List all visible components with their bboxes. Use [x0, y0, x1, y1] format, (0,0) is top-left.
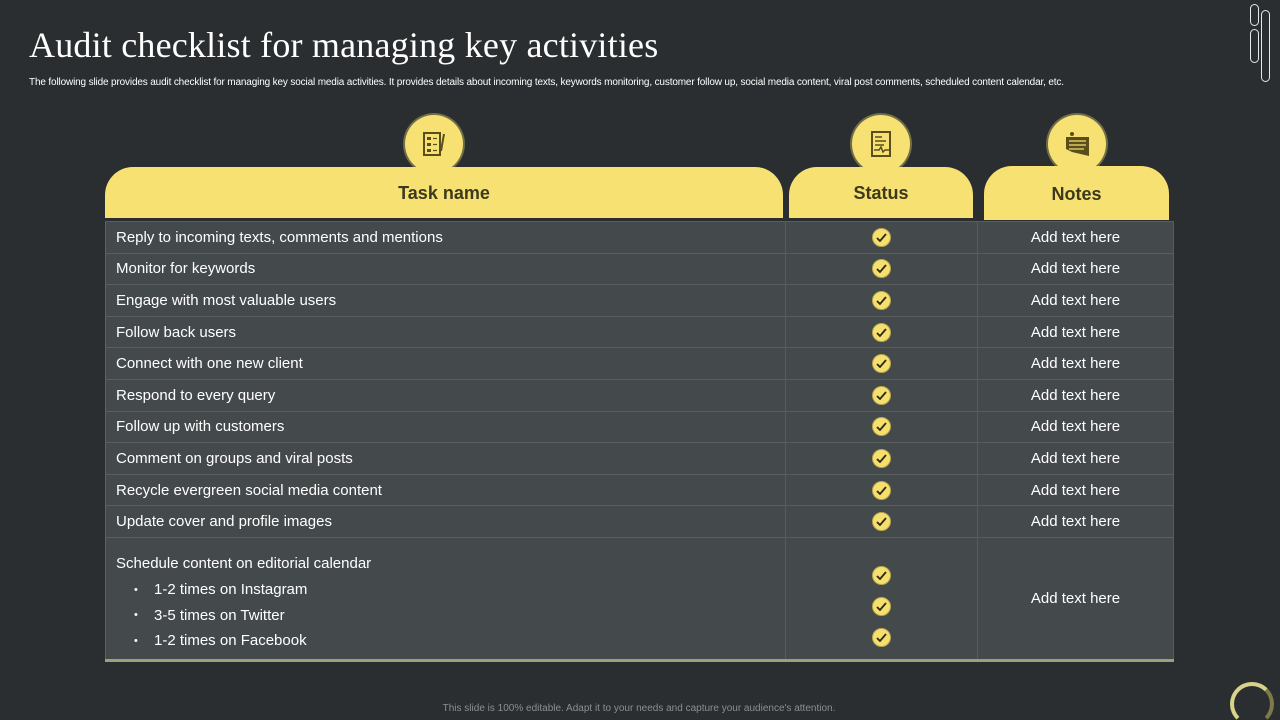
header-status: Status — [789, 167, 973, 218]
decorative-ring-icon — [1230, 682, 1274, 720]
header-task-name: Task name — [105, 167, 783, 218]
header-task-label: Task name — [398, 183, 490, 203]
subitem-text: 3-5 times on Twitter — [154, 606, 285, 624]
report-document-icon — [852, 115, 910, 173]
check-icon — [872, 480, 891, 500]
table-row: Recycle evergreen social media content A… — [105, 473, 1174, 506]
notes-cell[interactable]: Add text here — [977, 443, 1174, 474]
task-cell: Recycle evergreen social media content — [105, 474, 785, 506]
notes-cell[interactable]: Add text here — [977, 379, 1174, 411]
notes-cell[interactable]: Add text here — [977, 506, 1174, 537]
check-icon — [872, 290, 891, 310]
table-row: Respond to every query Add text here — [105, 378, 1174, 411]
status-cell — [785, 537, 977, 659]
notes-cell[interactable]: Add text here — [977, 411, 1174, 443]
bullet-icon: • — [134, 583, 138, 596]
status-cell — [785, 222, 977, 253]
status-cell — [785, 443, 977, 474]
check-icon — [872, 227, 891, 247]
table-row: Engage with most valuable users Add text… — [105, 284, 1174, 316]
table-row: Monitor for keywords Add text here — [105, 252, 1174, 285]
status-cell — [785, 253, 977, 285]
status-cell — [785, 411, 977, 443]
task-cell: Monitor for keywords — [105, 253, 785, 285]
status-cell — [785, 348, 977, 379]
task-cell: Connect with one new client — [105, 348, 785, 379]
notes-cell[interactable]: Add text here — [977, 285, 1174, 316]
subitem: • 3-5 times on Twitter — [134, 603, 307, 629]
table-row-schedule: Schedule content on editorial calendar •… — [105, 536, 1174, 659]
schedule-subitems: • 1-2 times on Instagram • 3-5 times on Tw… — [116, 577, 307, 654]
notes-cell[interactable]: Add text here — [977, 222, 1174, 253]
bullet-icon: • — [134, 609, 138, 622]
notes-cell[interactable]: Add text here — [977, 253, 1174, 285]
decorative-pills-icon — [1248, 4, 1274, 82]
checklist-icon — [405, 115, 463, 173]
status-cell — [785, 474, 977, 506]
table-row: Follow up with customers Add text here — [105, 410, 1174, 443]
status-cell — [785, 379, 977, 411]
status-cell — [785, 316, 977, 348]
subitem-text: 1-2 times on Instagram — [154, 581, 308, 599]
slide-subtitle: The following slide provides audit check… — [29, 77, 1064, 88]
task-cell: Follow back users — [105, 316, 785, 348]
task-cell: Comment on groups and viral posts — [105, 443, 785, 474]
check-icon — [872, 448, 891, 468]
notes-cell[interactable]: Add text here — [977, 537, 1174, 659]
check-icon — [872, 565, 891, 585]
subitem: • 1-2 times on Instagram — [134, 577, 307, 603]
task-cell: Update cover and profile images — [105, 506, 785, 537]
notes-cell[interactable]: Add text here — [977, 348, 1174, 379]
status-cell — [785, 285, 977, 316]
check-icon — [872, 627, 891, 647]
footer-note: This slide is 100% editable. Adapt it to… — [442, 703, 836, 714]
schedule-task-label: Schedule content on editorial calendar — [116, 554, 372, 572]
check-icon — [872, 322, 891, 342]
header-status-label: Status — [853, 183, 909, 203]
check-icon — [872, 417, 891, 437]
task-cell: Follow up with customers — [105, 411, 785, 443]
slide-title: Audit checklist for managing key activit… — [29, 25, 659, 65]
table-row: Update cover and profile images Add text… — [105, 505, 1174, 537]
header-notes: Notes — [984, 166, 1169, 220]
audit-table: Reply to incoming texts, comments and me… — [105, 221, 1174, 662]
note-board-icon — [1048, 115, 1106, 173]
task-cell: Schedule content on editorial calendar •… — [105, 537, 785, 659]
subitem: • 1-2 times on Facebook — [134, 628, 307, 654]
table-row: Connect with one new client Add text her… — [105, 347, 1174, 379]
task-cell: Reply to incoming texts, comments and me… — [105, 222, 785, 253]
bullet-icon: • — [134, 634, 138, 647]
task-cell: Respond to every query — [105, 379, 785, 411]
check-icon — [872, 354, 891, 374]
subitem-text: 1-2 times on Facebook — [154, 632, 307, 650]
header-notes-label: Notes — [1051, 183, 1102, 204]
check-icon — [872, 385, 891, 405]
check-icon — [872, 596, 891, 616]
table-row: Reply to incoming texts, comments and me… — [105, 221, 1174, 253]
table-row: Follow back users Add text here — [105, 315, 1174, 348]
status-cell — [785, 506, 977, 537]
notes-cell[interactable]: Add text here — [977, 474, 1174, 506]
table-row: Comment on groups and viral posts Add te… — [105, 442, 1174, 474]
check-icon — [872, 512, 891, 532]
task-cell: Engage with most valuable users — [105, 285, 785, 316]
notes-cell[interactable]: Add text here — [977, 316, 1174, 348]
check-icon — [872, 259, 891, 279]
